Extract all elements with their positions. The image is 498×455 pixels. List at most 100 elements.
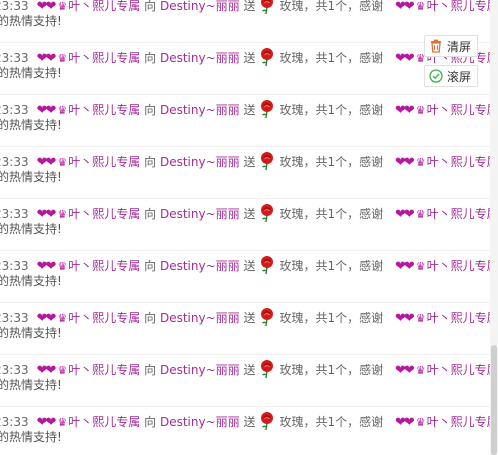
- check-circle-icon: [429, 69, 443, 83]
- crown-badge-icon: ♛: [57, 52, 68, 65]
- gift-message-line: 23:33❤❤♛叶丶熙儿专属 向 Destiny~丽丽 送玫瑰，共1个，感谢 ❤…: [0, 0, 490, 15]
- gift-verb-text: 送: [243, 103, 256, 117]
- gift-message-line: 23:33❤❤♛叶丶熙儿专属 向 Destiny~丽丽 送玫瑰，共1个，感谢 ❤…: [0, 359, 490, 379]
- crown-badge-icon: ♛: [415, 156, 426, 169]
- crown-badge-icon: ♛: [57, 0, 68, 13]
- heart-badge-icon: ❤❤: [36, 0, 57, 14]
- gift-name: 玫瑰: [279, 0, 304, 13]
- gift-verb-text: 送: [243, 155, 256, 169]
- recipient-name[interactable]: Destiny~丽丽: [160, 0, 240, 13]
- heart-badge-icon: ❤❤: [394, 415, 415, 430]
- crown-badge-icon: ♛: [415, 104, 426, 117]
- message-time: 23:33: [0, 311, 29, 325]
- crown-badge-icon: ♛: [415, 208, 426, 221]
- recipient-name[interactable]: Destiny~丽丽: [160, 207, 240, 221]
- gift-message-line: 23:33❤❤♛叶丶熙儿专属 向 Destiny~丽丽 送玫瑰，共1个，感谢 ❤…: [0, 255, 490, 275]
- rose-gift-icon: [261, 256, 274, 275]
- gift-count-text: ，共1个，感谢: [303, 415, 384, 429]
- gift-count-text: ，共1个，感谢: [303, 155, 384, 169]
- gift-count-text: ，共1个，感谢: [303, 207, 384, 221]
- sender-name[interactable]: 叶丶熙儿专属: [68, 415, 140, 429]
- gift-message-line2: 的热情支持!: [0, 274, 62, 288]
- trash-icon: [431, 39, 441, 53]
- gift-verb-text: 送: [243, 207, 256, 221]
- crown-badge-icon: ♛: [415, 0, 426, 13]
- rose-gift-icon: [261, 360, 274, 379]
- sender-name[interactable]: 叶丶熙儿专属: [68, 207, 140, 221]
- verb-text: 向: [144, 0, 157, 13]
- heart-badge-icon: ❤❤: [394, 311, 415, 326]
- heart-badge-icon: ❤❤: [394, 259, 415, 274]
- thanked-user-name[interactable]: 叶丶熙儿专属: [427, 103, 490, 117]
- recipient-name[interactable]: Destiny~丽丽: [160, 51, 240, 65]
- message-time: 23:33: [0, 155, 29, 169]
- recipient-name[interactable]: Destiny~丽丽: [160, 415, 240, 429]
- rose-gift-icon: [261, 308, 274, 327]
- clear-screen-button[interactable]: 清屏: [424, 35, 478, 57]
- crown-badge-icon: ♛: [415, 416, 426, 429]
- verb-text: 向: [144, 155, 157, 169]
- gift-count-text: ，共1个，感谢: [303, 51, 384, 65]
- gift-message-line: 23:33❤❤♛叶丶熙儿专属 向 Destiny~丽丽 送玫瑰，共1个，感谢 ❤…: [0, 411, 490, 431]
- gift-count-text: ，共1个，感谢: [303, 311, 384, 325]
- crown-badge-icon: ♛: [415, 364, 426, 377]
- thanked-user-name[interactable]: 叶丶熙儿专属: [427, 207, 490, 221]
- rose-gift-icon: [261, 0, 274, 15]
- recipient-name[interactable]: Destiny~丽丽: [160, 259, 240, 273]
- recipient-name[interactable]: Destiny~丽丽: [160, 311, 240, 325]
- heart-badge-icon: ❤❤: [36, 51, 57, 66]
- gift-message-line2: 的热情支持!: [0, 430, 62, 444]
- gift-name: 玫瑰: [279, 363, 304, 377]
- gift-count-text: ，共1个，感谢: [303, 0, 384, 13]
- thanked-user-name[interactable]: 叶丶熙儿专属: [427, 0, 490, 13]
- sender-name[interactable]: 叶丶熙儿专属: [68, 51, 140, 65]
- recipient-name[interactable]: Destiny~丽丽: [160, 363, 240, 377]
- heart-badge-icon: ❤❤: [394, 103, 415, 118]
- gift-verb-text: 送: [243, 311, 256, 325]
- gift-verb-text: 送: [243, 415, 256, 429]
- sender-name[interactable]: 叶丶熙儿专属: [68, 155, 140, 169]
- crown-badge-icon: ♛: [57, 208, 68, 221]
- thanked-user-name[interactable]: 叶丶熙儿专属: [427, 155, 490, 169]
- sender-name[interactable]: 叶丶熙儿专属: [68, 363, 140, 377]
- heart-badge-icon: ❤❤: [36, 155, 57, 170]
- heart-badge-icon: ❤❤: [36, 363, 57, 378]
- thanked-user-name[interactable]: 叶丶熙儿专属: [427, 259, 490, 273]
- auto-scroll-label: 滚屏: [447, 69, 472, 84]
- crown-badge-icon: ♛: [57, 260, 68, 273]
- gift-message: 23:33❤❤♛叶丶熙儿专属 向 Destiny~丽丽 送玫瑰，共1个，感谢 ❤…: [0, 199, 490, 251]
- gift-message: 23:33❤❤♛叶丶熙儿专属 向 Destiny~丽丽 送玫瑰，共1个，感谢 ❤…: [0, 147, 490, 199]
- gift-name: 玫瑰: [279, 207, 304, 221]
- thanked-user-name[interactable]: 叶丶熙儿专属: [427, 363, 490, 377]
- sender-name[interactable]: 叶丶熙儿专属: [68, 311, 140, 325]
- verb-text: 向: [144, 259, 157, 273]
- recipient-name[interactable]: Destiny~丽丽: [160, 155, 240, 169]
- sender-name[interactable]: 叶丶熙儿专属: [68, 0, 140, 13]
- message-time: 23:33: [0, 207, 29, 221]
- gift-name: 玫瑰: [279, 155, 304, 169]
- heart-badge-icon: ❤❤: [36, 103, 57, 118]
- recipient-name[interactable]: Destiny~丽丽: [160, 103, 240, 117]
- gift-count-text: ，共1个，感谢: [303, 259, 384, 273]
- gift-message: 23:33❤❤♛叶丶熙儿专属 向 Destiny~丽丽 送玫瑰，共1个，感谢 ❤…: [0, 95, 490, 147]
- feed-scrollbar-thumb[interactable]: [491, 345, 497, 455]
- gift-message-line2: 的热情支持!: [0, 222, 62, 236]
- gift-name: 玫瑰: [279, 311, 304, 325]
- thanked-user-name[interactable]: 叶丶熙儿专属: [427, 311, 490, 325]
- auto-scroll-toggle[interactable]: 滚屏: [424, 65, 478, 87]
- gift-message: 23:33❤❤♛叶丶熙儿专属 向 Destiny~丽丽 送玫瑰，共1个，感谢 ❤…: [0, 407, 490, 455]
- gift-message-feed[interactable]: 23:33❤❤♛叶丶熙儿专属 向 Destiny~丽丽 送玫瑰，共1个，感谢 ❤…: [0, 0, 490, 455]
- crown-badge-icon: ♛: [415, 312, 426, 325]
- heart-badge-icon: ❤❤: [36, 207, 57, 222]
- gift-message: 23:33❤❤♛叶丶熙儿专属 向 Destiny~丽丽 送玫瑰，共1个，感谢 ❤…: [0, 0, 490, 43]
- gift-count-text: ，共1个，感谢: [303, 103, 384, 117]
- sender-name[interactable]: 叶丶熙儿专属: [68, 103, 140, 117]
- gift-name: 玫瑰: [279, 103, 304, 117]
- verb-text: 向: [144, 51, 157, 65]
- gift-message-line2: 的热情支持!: [0, 378, 62, 392]
- gift-verb-text: 送: [243, 259, 256, 273]
- heart-badge-icon: ❤❤: [36, 415, 57, 430]
- message-time: 23:33: [0, 103, 29, 117]
- sender-name[interactable]: 叶丶熙儿专属: [68, 259, 140, 273]
- thanked-user-name[interactable]: 叶丶熙儿专属: [427, 415, 490, 429]
